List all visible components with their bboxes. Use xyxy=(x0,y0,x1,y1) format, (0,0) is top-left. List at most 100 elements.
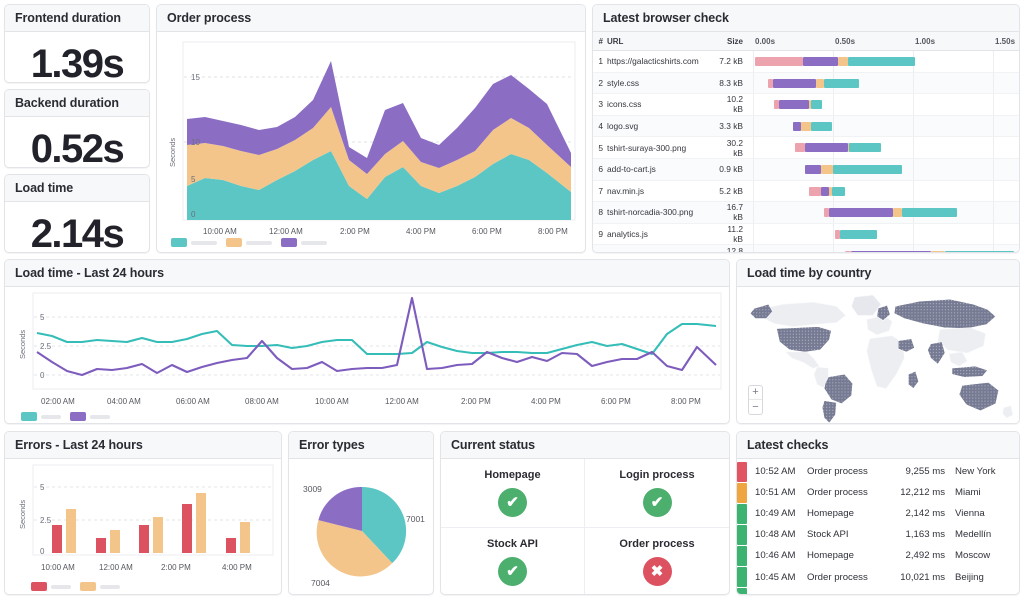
stat-card-backend-duration[interactable]: Backend duration 0.52s xyxy=(4,89,150,168)
check-time: 10:52 AM xyxy=(755,466,807,477)
legend-swatch-icon xyxy=(31,582,47,591)
table-row[interactable]: 1https://galacticshirts.com7.2 kB xyxy=(593,51,1019,73)
waterfall-bar-receive xyxy=(824,79,859,88)
legend-label-redacted xyxy=(301,241,327,245)
table-row[interactable]: 6add-to-cart.js0.9 kB xyxy=(593,159,1019,181)
error-types-chart[interactable]: 7001 7004 3009 xyxy=(289,459,433,595)
zoom-in-icon[interactable]: + xyxy=(749,386,762,400)
latest-checks-rows: 10:52 AMOrder process9,255 msNew York10:… xyxy=(737,461,1019,595)
status-color-chip xyxy=(737,483,747,503)
check-location: Moscow xyxy=(955,550,1019,561)
waterfall-track xyxy=(753,202,1019,223)
panel-title: Order process xyxy=(157,5,585,32)
errors-svg: 5 2.5 0 Seconds 10:00 AM 12:00 AM 2:00 P… xyxy=(5,459,282,595)
list-item[interactable]: 10:46 AMHomepage2,492 msMoscow xyxy=(737,545,1019,566)
row-size: 3.3 kB xyxy=(719,121,753,131)
waterfall-bar-send xyxy=(893,208,903,217)
waterfall-bar-send xyxy=(801,122,811,131)
errors-legend[interactable] xyxy=(31,582,120,591)
latest-checks-list: 10:52 AMOrder process9,255 msNew York10:… xyxy=(737,459,1019,595)
stat-card-frontend-duration[interactable]: Frontend duration 1.39s xyxy=(4,4,150,83)
grid-line xyxy=(753,224,754,245)
panel-title: Errors - Last 24 hours xyxy=(5,432,281,459)
grid-line xyxy=(993,94,994,115)
list-item[interactable]: 10:48 AMStock API1,163 msMedellín xyxy=(737,524,1019,545)
row-url: logo.svg xyxy=(607,121,719,131)
list-item[interactable]: 10:52 AMOrder process9,255 msNew York xyxy=(737,461,1019,482)
svg-text:8:00 PM: 8:00 PM xyxy=(538,227,568,236)
legend-item-series-3[interactable] xyxy=(281,238,327,247)
row-index: 8 xyxy=(593,207,607,217)
waterfall-bar-dns-connect xyxy=(829,208,893,217)
status-cell-stock-api[interactable]: Stock API ✔ xyxy=(441,528,585,596)
table-row[interactable]: 7nav.min.js5.2 kB xyxy=(593,181,1019,203)
panel-current-status: Current status Homepage ✔ Login process … xyxy=(440,431,730,595)
legend-item-series-1[interactable] xyxy=(171,238,217,247)
svg-text:0: 0 xyxy=(40,371,45,380)
legend-swatch-icon xyxy=(21,412,37,421)
bar-series-2 xyxy=(66,509,76,553)
waterfall-bar-receive xyxy=(902,208,956,217)
list-item[interactable]: 10:45 AMOrder process10,021 msBeijing xyxy=(737,566,1019,587)
grid-line xyxy=(753,202,754,223)
legend-item-series-2[interactable] xyxy=(80,582,120,591)
bar-series-2 xyxy=(196,493,206,553)
load-time-chart[interactable]: 5 2.5 0 Seconds 02:00 AM 04:00 AM 06:00 … xyxy=(5,287,729,424)
axis-tick: 0.50s xyxy=(835,37,855,46)
grid-line xyxy=(993,181,994,202)
check-name: Order process xyxy=(807,466,893,477)
svg-text:0: 0 xyxy=(191,210,196,219)
world-map[interactable]: + − xyxy=(737,287,1019,424)
svg-text:02:00 AM: 02:00 AM xyxy=(41,397,75,406)
status-label: Homepage xyxy=(484,469,540,481)
row-size: 16.7 kB xyxy=(719,202,753,222)
status-cell-login-process[interactable]: Login process ✔ xyxy=(585,459,729,528)
map-zoom-control[interactable]: + − xyxy=(748,385,763,415)
row-url: add-to-cart.js xyxy=(607,164,719,174)
stat-title: Frontend duration xyxy=(5,5,149,32)
grid-line xyxy=(993,73,994,94)
waterfall-bar-receive xyxy=(811,122,832,131)
svg-text:6:00 PM: 6:00 PM xyxy=(472,227,502,236)
list-item[interactable]: 10:51 AMOrder process12,212 msMiami xyxy=(737,482,1019,503)
legend-swatch-icon xyxy=(70,412,86,421)
row-size: 12.8 kB xyxy=(719,246,753,253)
status-cell-order-process[interactable]: Order process ✖ xyxy=(585,528,729,596)
grid-line xyxy=(913,159,914,180)
table-row[interactable]: 2style.css8.3 kB xyxy=(593,73,1019,95)
svg-text:10: 10 xyxy=(191,138,200,147)
panel-title: Latest browser check xyxy=(593,5,1019,32)
table-row[interactable]: 5tshirt-suraya-300.png30.2 kB xyxy=(593,137,1019,159)
check-name: Order process xyxy=(807,487,893,498)
check-duration: 12,212 ms xyxy=(893,487,955,498)
row-url: style.css xyxy=(607,78,719,88)
waterfall-track xyxy=(753,245,1019,253)
list-item[interactable]: 10:45 AMLogin process8,542 msSydney xyxy=(737,588,1019,595)
list-item[interactable]: 10:49 AMHomepage2,142 msVienna xyxy=(737,503,1019,524)
table-row[interactable]: 8tshirt-norcadia-300.png16.7 kB xyxy=(593,202,1019,224)
table-row[interactable]: 4logo.svg3.3 kB xyxy=(593,116,1019,138)
zoom-out-icon[interactable]: − xyxy=(749,400,762,414)
waterfall-bar-dns-connect xyxy=(803,57,838,66)
status-label: Stock API xyxy=(487,538,538,550)
pie-label-7004: 7004 xyxy=(311,578,330,588)
stat-card-load-time[interactable]: Load time 2.14s xyxy=(4,174,150,253)
legend-item-series-1[interactable] xyxy=(31,582,71,591)
errors-chart[interactable]: 5 2.5 0 Seconds 10:00 AM 12:00 AM 2:00 P… xyxy=(5,459,281,595)
order-process-legend[interactable] xyxy=(171,238,327,247)
grid-line xyxy=(913,116,914,137)
row-url: https://galacticshirts.com xyxy=(607,56,719,66)
waterfall-bar-receive xyxy=(849,143,881,152)
order-process-chart[interactable]: 15 10 5 0 Seconds 10:00 AM 12:00 AM 2:00… xyxy=(157,32,585,253)
world-map-svg xyxy=(737,287,1020,424)
legend-item-series-2[interactable] xyxy=(70,412,110,421)
column-header-url: URL xyxy=(607,37,719,46)
status-cell-homepage[interactable]: Homepage ✔ xyxy=(441,459,585,528)
table-row[interactable]: 3icons.css10.2 kB xyxy=(593,94,1019,116)
table-row[interactable]: 9analytics.js11.2 kB xyxy=(593,224,1019,246)
waterfall-bar-dns-connect xyxy=(779,100,809,109)
legend-item-series-2[interactable] xyxy=(226,238,272,247)
load-time-legend[interactable] xyxy=(21,412,110,421)
table-row[interactable]: 10g.doubleclick.js12.8 kB xyxy=(593,245,1019,253)
legend-item-series-1[interactable] xyxy=(21,412,61,421)
